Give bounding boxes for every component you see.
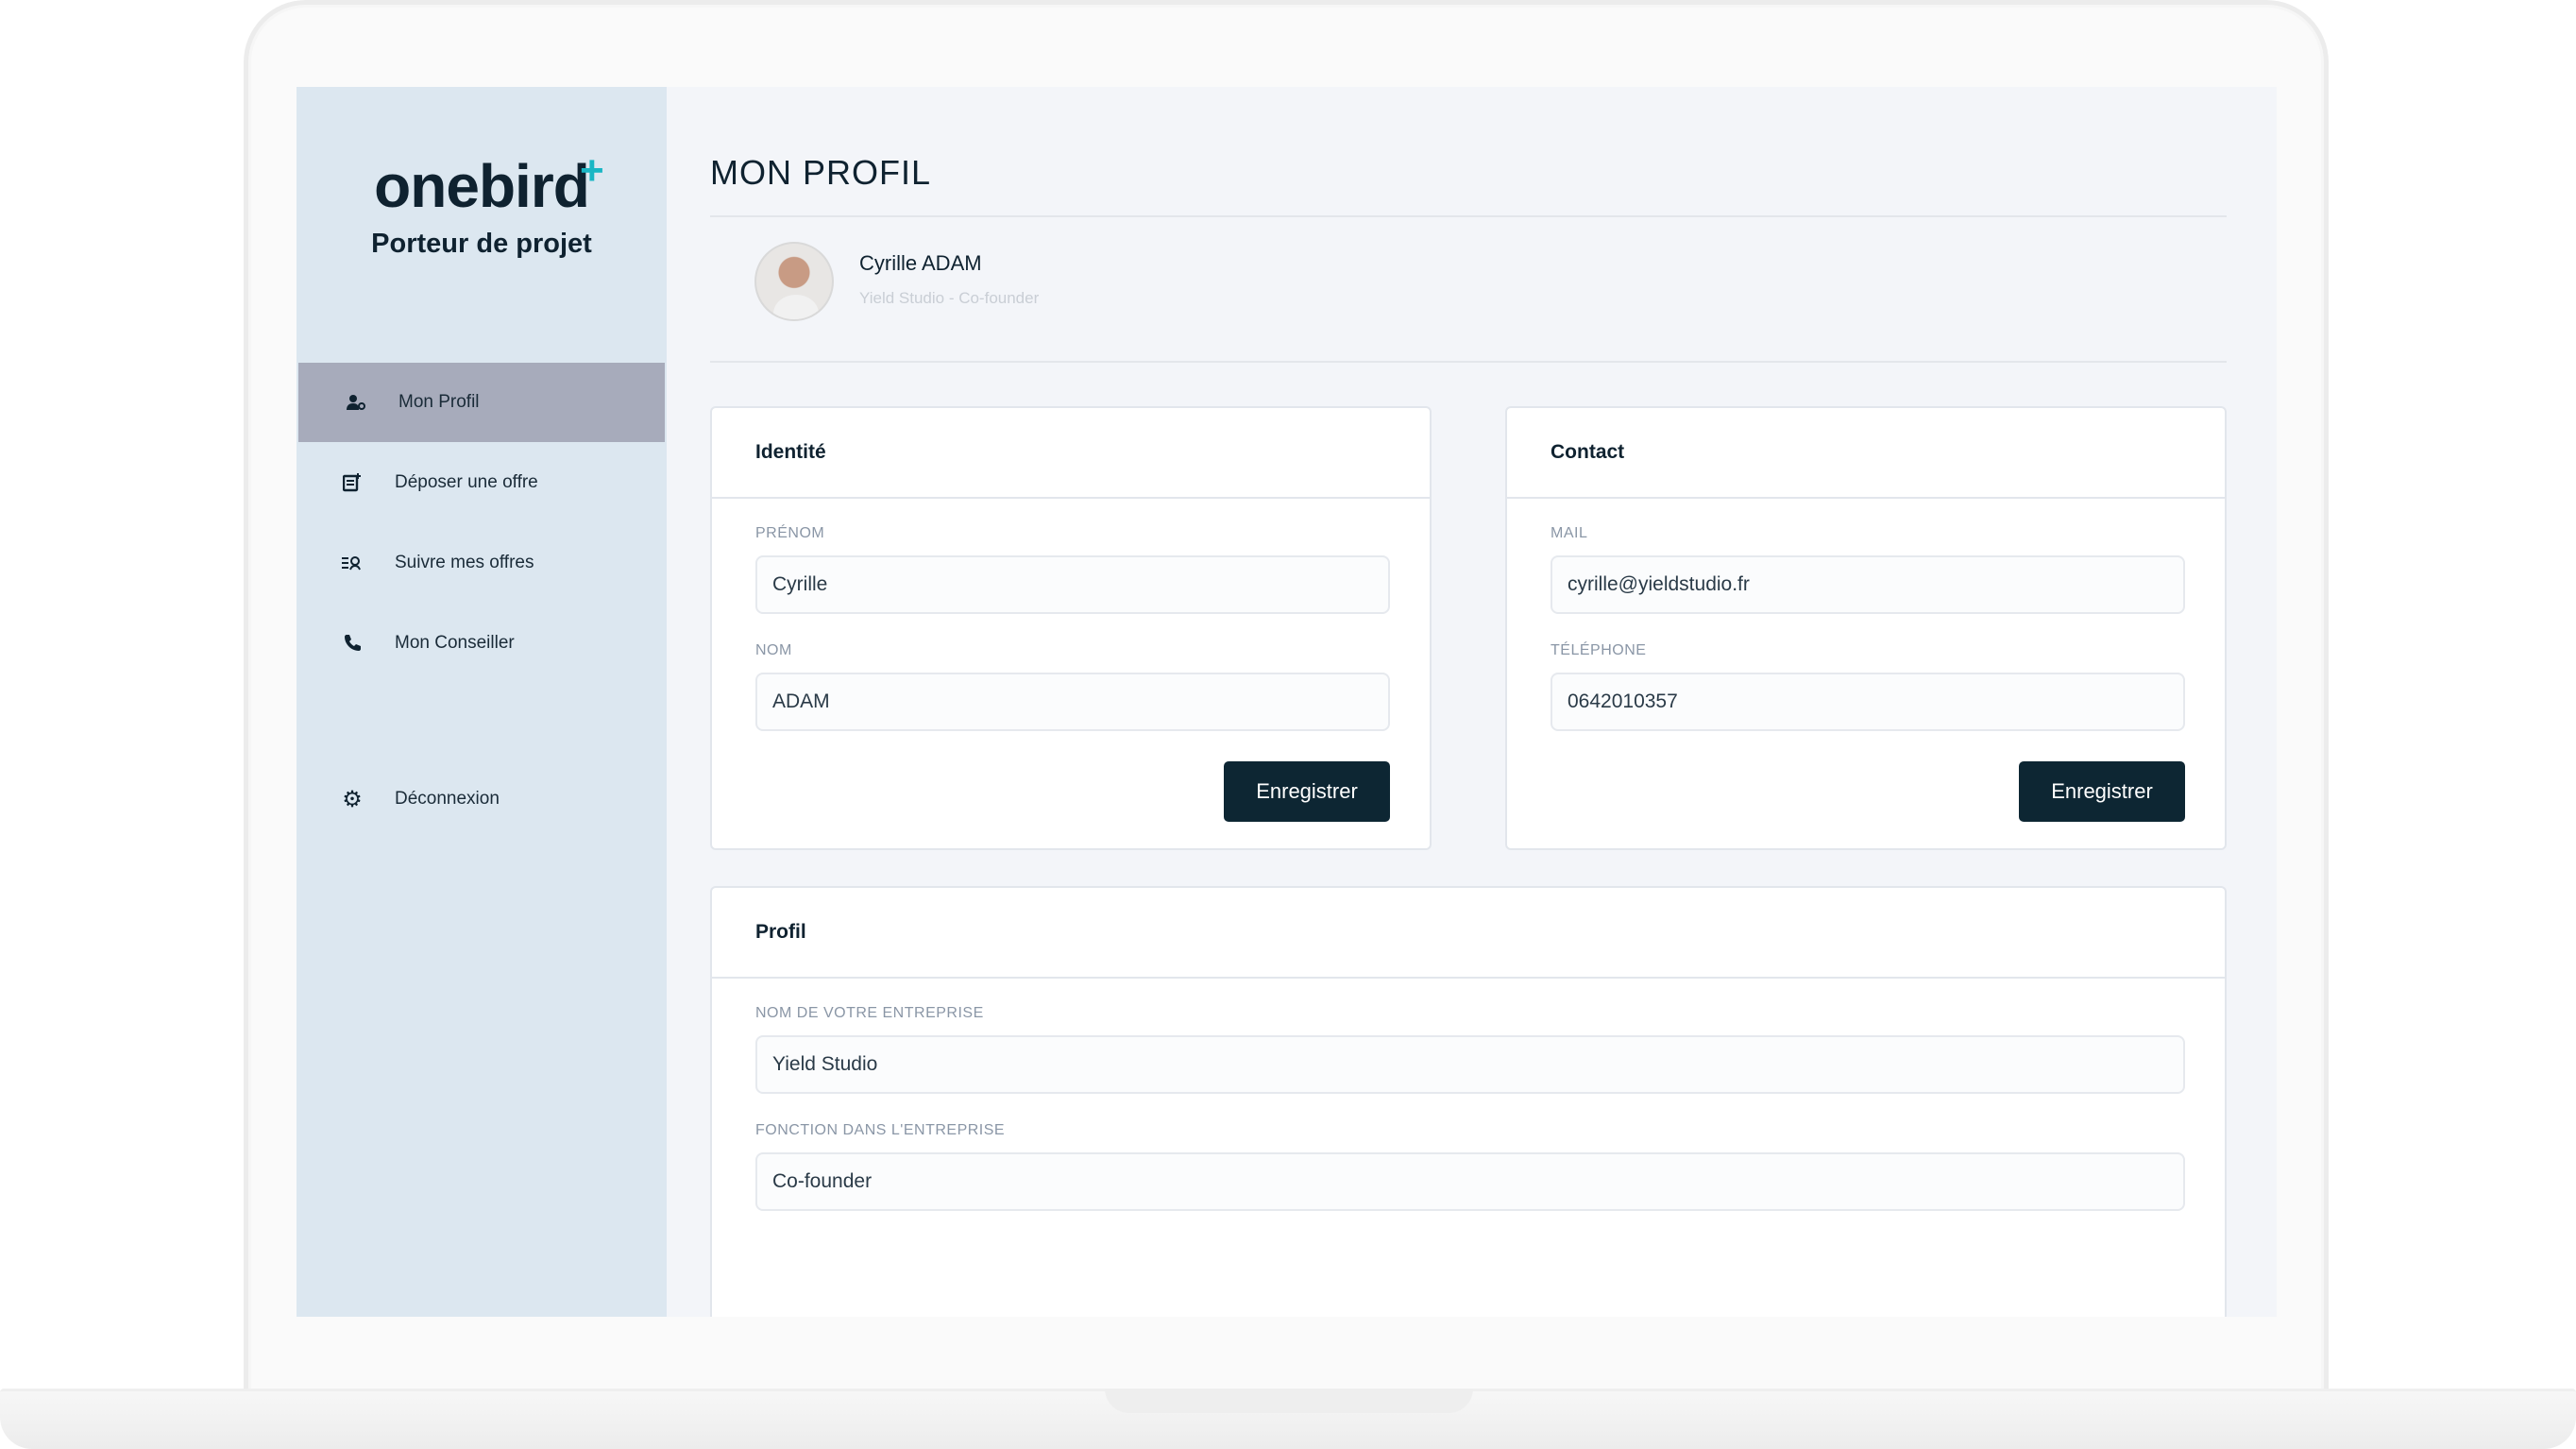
main-content: MON PROFIL Cyrille ADAM Yield Studio - C…	[667, 87, 2277, 1317]
sidebar-item-label: Déposer une offre	[395, 472, 538, 492]
company-label: NOM DE VOTRE ENTREPRISE	[755, 1005, 984, 1021]
contact-card: Contact MAIL TÉLÉPHONE Enregistrer	[1505, 406, 2227, 850]
sidebar-item-suivre-offres[interactable]: Suivre mes offres	[298, 523, 665, 603]
sidebar-item-deposer-offre[interactable]: Déposer une offre	[298, 443, 665, 522]
logout-button[interactable]: ⚙ Déconnexion	[298, 759, 665, 839]
profile-card: Profil NOM DE VOTRE ENTREPRISE FONCTION …	[710, 886, 2227, 1317]
company-field[interactable]	[755, 1035, 2185, 1094]
identity-card: Identité PRÉNOM NOM Enregistrer	[710, 406, 1432, 850]
brand-subtitle: Porteur de projet	[371, 229, 592, 259]
divider	[710, 215, 2227, 217]
identity-save-button[interactable]: Enregistrer	[1224, 761, 1390, 822]
gear-icon: ⚙	[342, 786, 363, 812]
sidebar: onebird + Porteur de projet Mon Profil D…	[297, 87, 667, 1317]
firstname-label: PRÉNOM	[755, 525, 825, 541]
sidebar-item-mon-profil[interactable]: Mon Profil	[298, 363, 665, 442]
identity-card-title: Identité	[712, 408, 1430, 499]
brand-plus-icon: +	[580, 147, 604, 194]
brand-name: onebird	[374, 152, 590, 220]
app-screen: onebird + Porteur de projet Mon Profil D…	[297, 87, 2277, 1317]
role-field[interactable]	[755, 1152, 2185, 1211]
page-title: MON PROFIL	[710, 153, 932, 192]
sidebar-item-label: Mon Conseiller	[395, 633, 515, 653]
logout-label: Déconnexion	[395, 789, 500, 809]
firstname-field[interactable]	[755, 555, 1390, 614]
role-label: FONCTION DANS L'ENTREPRISE	[755, 1122, 1006, 1138]
contact-save-button[interactable]: Enregistrer	[2019, 761, 2185, 822]
sidebar-nav: Mon Profil Déposer une offre Suivre mes …	[298, 363, 665, 812]
sidebar-item-label: Suivre mes offres	[395, 553, 534, 572]
user-subtitle: Yield Studio - Co-founder	[859, 289, 1040, 307]
divider	[710, 361, 2227, 363]
phone-icon	[342, 633, 363, 654]
user-profile-icon	[346, 392, 366, 413]
phone-field[interactable]	[1551, 673, 2185, 731]
laptop-notch	[1105, 1389, 1473, 1413]
mail-label: MAIL	[1551, 525, 1588, 541]
contact-card-title: Contact	[1507, 408, 2225, 499]
brand-logo[interactable]: onebird +	[297, 147, 667, 221]
avatar[interactable]	[754, 242, 834, 321]
email-field[interactable]	[1551, 555, 2185, 614]
add-document-icon	[342, 472, 363, 493]
user-name: Cyrille ADAM	[859, 251, 982, 275]
list-search-icon	[342, 553, 363, 573]
phone-label: TÉLÉPHONE	[1551, 642, 1647, 658]
profile-card-title: Profil	[712, 888, 2225, 979]
sidebar-item-mon-conseiller[interactable]: Mon Conseiller	[298, 604, 665, 683]
lastname-label: NOM	[755, 642, 792, 658]
lastname-field[interactable]	[755, 673, 1390, 731]
sidebar-item-label: Mon Profil	[398, 392, 480, 412]
